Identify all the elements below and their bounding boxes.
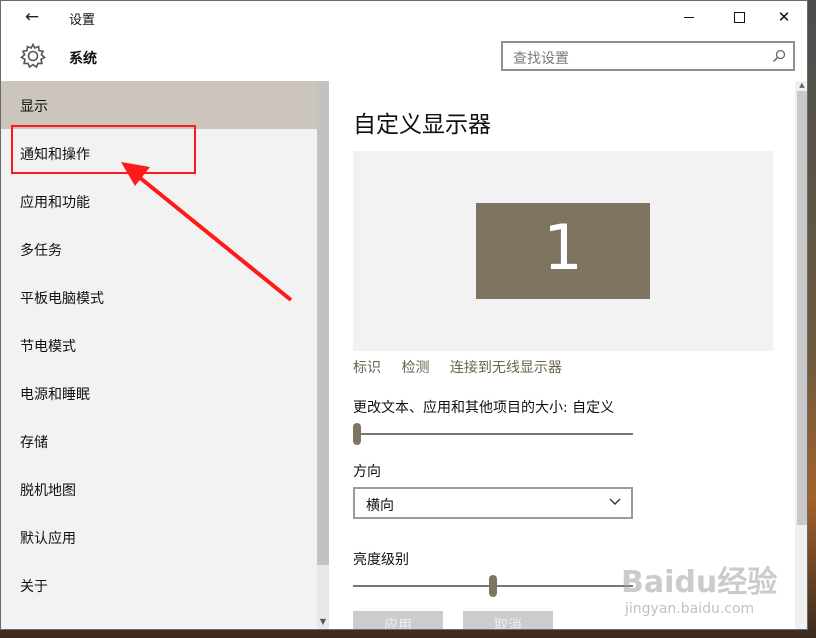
identify-link[interactable]: 标识 xyxy=(353,360,381,376)
main-scroll-up-icon[interactable]: ▲ xyxy=(797,81,807,91)
sidebar-item-label: 存储 xyxy=(20,435,48,451)
sidebar-item-storage[interactable]: 存储 xyxy=(1,417,317,465)
close-icon: ✕ xyxy=(777,7,791,26)
sidebar: 显示 通知和操作 应用和功能 多任务 平板电脑模式 节电模式 电源和睡眠 存储 … xyxy=(1,81,329,629)
page-title: 自定义显示器 xyxy=(353,112,491,138)
orientation-value: 横向 xyxy=(366,498,394,514)
connect-wireless-display-link[interactable]: 连接到无线显示器 xyxy=(450,360,562,376)
brightness-slider-thumb[interactable] xyxy=(489,575,497,597)
orientation-dropdown[interactable]: 横向 xyxy=(353,487,633,519)
sidebar-item-battery-saver[interactable]: 节电模式 xyxy=(1,321,317,369)
chevron-down-icon xyxy=(609,498,621,505)
monitor-arrangement-area: 1 xyxy=(353,151,773,351)
scale-slider-thumb[interactable] xyxy=(353,423,361,445)
sidebar-item-label: 显示 xyxy=(20,99,48,115)
brightness-label: 亮度级别 xyxy=(353,552,409,568)
search-icon[interactable] xyxy=(772,49,786,63)
sidebar-item-label: 通知和操作 xyxy=(20,147,90,163)
search-input[interactable]: 查找设置 xyxy=(501,41,795,71)
sidebar-item-about[interactable]: 关于 xyxy=(1,561,317,609)
window-title: 设置 xyxy=(69,13,96,28)
cancel-button[interactable]: 取消 xyxy=(463,611,553,629)
minimize-button[interactable] xyxy=(666,1,712,33)
settings-window: ← 设置 ✕ 系统 查找设置 显示 通知和操作 应用和功能 多任务 平板电脑模式 xyxy=(0,0,808,630)
close-button[interactable]: ✕ xyxy=(761,1,807,33)
monitor-1[interactable]: 1 xyxy=(476,203,650,299)
scale-slider-track[interactable] xyxy=(353,433,633,435)
back-arrow-icon: ← xyxy=(24,7,40,27)
back-button[interactable]: ← xyxy=(17,7,47,29)
sidebar-item-label: 平板电脑模式 xyxy=(20,291,104,307)
scale-label: 更改文本、应用和其他项目的大小: 自定义 xyxy=(353,400,615,416)
minimize-icon xyxy=(684,16,694,18)
main-scrollbar-thumb[interactable] xyxy=(797,91,807,525)
sidebar-item-label: 脱机地图 xyxy=(20,483,76,499)
apply-button[interactable]: 应用 xyxy=(353,611,443,629)
sidebar-item-offline-maps[interactable]: 脱机地图 xyxy=(1,465,317,513)
sidebar-item-label: 应用和功能 xyxy=(20,195,90,211)
sidebar-item-label: 节电模式 xyxy=(20,339,76,355)
sidebar-item-label: 电源和睡眠 xyxy=(20,387,90,403)
sidebar-scrollbar-thumb[interactable] xyxy=(317,81,329,565)
sidebar-item-label: 多任务 xyxy=(20,243,62,259)
sidebar-item-apps-features[interactable]: 应用和功能 xyxy=(1,177,317,225)
sidebar-item-display[interactable]: 显示 xyxy=(1,81,317,129)
settings-header: 系统 查找设置 xyxy=(1,33,807,81)
orientation-label: 方向 xyxy=(353,464,381,480)
sidebar-item-multitasking[interactable]: 多任务 xyxy=(1,225,317,273)
search-placeholder: 查找设置 xyxy=(513,51,569,67)
sidebar-item-power-sleep[interactable]: 电源和睡眠 xyxy=(1,369,317,417)
gear-icon xyxy=(20,42,46,69)
detect-link[interactable]: 检测 xyxy=(401,360,429,376)
sidebar-scroll-down-icon[interactable]: ▼ xyxy=(317,617,329,629)
sidebar-item-notifications[interactable]: 通知和操作 xyxy=(1,129,317,177)
title-bar: ← 设置 ✕ xyxy=(1,1,807,33)
maximize-button[interactable] xyxy=(716,1,762,33)
sidebar-item-label: 默认应用 xyxy=(20,531,76,547)
monitor-number: 1 xyxy=(543,211,583,284)
sidebar-item-label: 关于 xyxy=(20,579,48,595)
main-content: 自定义显示器 1 标识 检测 连接到无线显示器 更改文本、应用和其他项目的大小:… xyxy=(329,81,795,629)
section-title: 系统 xyxy=(69,51,97,67)
maximize-icon xyxy=(733,11,745,23)
display-links: 标识 检测 连接到无线显示器 xyxy=(353,357,578,377)
sidebar-item-tablet-mode[interactable]: 平板电脑模式 xyxy=(1,273,317,321)
sidebar-item-default-apps[interactable]: 默认应用 xyxy=(1,513,317,561)
